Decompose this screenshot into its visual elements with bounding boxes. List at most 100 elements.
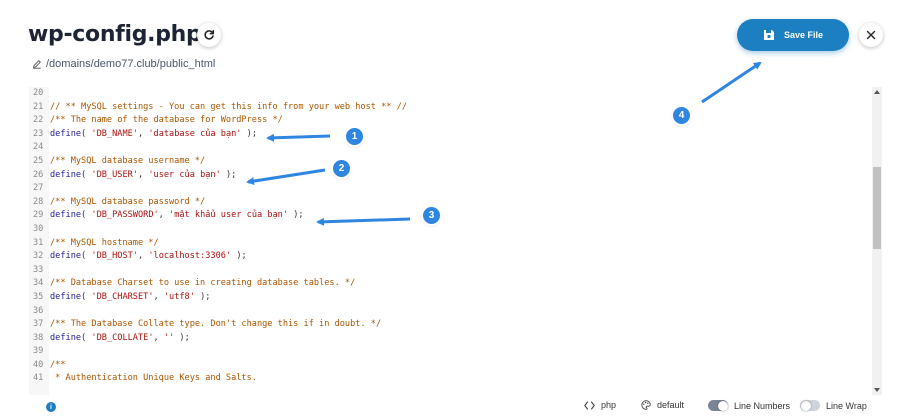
line-wrap-toggle[interactable]: Line Wrap <box>800 400 867 411</box>
code-line[interactable]: 25/** MySQL database username */ <box>29 154 869 169</box>
code-line[interactable]: 20 <box>29 87 869 101</box>
code-line[interactable]: 40/** <box>29 358 869 373</box>
code-line[interactable]: 22/** The name of the database for WordP… <box>29 114 869 128</box>
scroll-thumb[interactable] <box>873 167 881 249</box>
code-token: , <box>153 291 164 302</box>
code-line[interactable]: 39 <box>29 345 869 359</box>
line-number: 40 <box>29 358 49 373</box>
line-wrap-label: Line Wrap <box>826 400 867 411</box>
code-token: define <box>50 210 82 221</box>
code-line[interactable]: 34/** Database Charset to use in creatin… <box>29 277 869 291</box>
code-token: 'DB_CHARSET' <box>91 291 154 302</box>
code-brackets-icon <box>584 400 595 410</box>
code-token: '' <box>163 332 175 343</box>
code-token: ( <box>81 128 92 139</box>
code-line[interactable]: 31/** MySQL hostname */ <box>29 236 869 251</box>
editor-footer: i php default Line Numbers Line Wrap <box>0 396 900 420</box>
language-selector[interactable]: php <box>584 400 616 410</box>
code-token: 'localhost:3306' <box>148 251 232 262</box>
line-number: 41 <box>29 372 49 387</box>
line-code: /** Database Charset to use in creating … <box>49 277 869 291</box>
line-numbers-toggle[interactable]: Line Numbers <box>708 400 790 411</box>
refresh-button[interactable] <box>197 23 221 47</box>
theme-selector[interactable]: default <box>641 400 684 410</box>
code-line[interactable]: 36 <box>29 304 869 319</box>
code-token: 'DB_NAME' <box>91 128 138 139</box>
code-line[interactable]: 27 <box>29 182 869 196</box>
code-line[interactable]: 37/** The Database Collate type. Don't c… <box>29 318 869 332</box>
code-line[interactable]: 24 <box>29 141 869 155</box>
save-file-button[interactable]: Save File <box>737 19 849 51</box>
code-token: 'utf8' <box>163 291 195 302</box>
scroll-down-arrow[interactable] <box>872 385 882 395</box>
save-file-label: Save File <box>783 30 824 40</box>
toggle-knob <box>800 400 811 411</box>
line-code: /** <box>49 359 869 373</box>
code-line[interactable]: 29 define( 'DB_PASSWORD', 'mật khẩu user … <box>29 209 869 223</box>
line-number: 25 <box>29 154 49 169</box>
code-token: /** MySQL hostname */ <box>50 237 159 248</box>
line-code: // ** MySQL settings - You can get this … <box>49 101 869 115</box>
line-number: 30 <box>29 222 49 237</box>
code-token: // ** MySQL settings - You can get this … <box>50 101 407 112</box>
line-code: define( 'DB_COLLATE', '' ); <box>49 332 869 346</box>
file-path-text: /domains/demo77.club/public_html <box>46 58 216 70</box>
code-token: 'DB_PASSWORD' <box>91 210 159 221</box>
close-button[interactable] <box>859 23 883 47</box>
code-line[interactable]: 26 define( 'DB_USER', 'user của bạn' ); <box>29 168 869 183</box>
code-token: 'user của bạn' <box>148 169 221 180</box>
theme-label: default <box>657 400 685 410</box>
code-token: ); <box>231 251 247 262</box>
code-token: 'database của bạn' <box>148 128 242 139</box>
line-number: 37 <box>29 318 49 332</box>
file-path: /domains/demo77.club/public_html <box>32 58 215 70</box>
code-token: /** MySQL database password */ <box>50 196 206 207</box>
line-code: define( 'DB_NAME', 'database của bạn' ); <box>49 128 869 142</box>
code-line[interactable]: 32 define( 'DB_HOST', 'localhost:3306' ); <box>29 250 869 264</box>
close-icon <box>866 30 876 40</box>
code-token: ); <box>174 332 190 343</box>
annotation-badge: 1 <box>346 128 363 145</box>
line-number: 22 <box>29 114 49 128</box>
code-token: * Authentication Unique Keys and Salts. <box>50 373 257 384</box>
code-token: ); <box>288 210 304 221</box>
line-number: 32 <box>29 250 49 264</box>
editor-scrollbar[interactable] <box>872 87 882 395</box>
code-line[interactable]: 35 define( 'DB_CHARSET', 'utf8' ); <box>29 290 869 305</box>
line-code: define( 'DB_PASSWORD', 'mật khẩu user củ… <box>49 209 869 223</box>
line-number: 36 <box>29 304 49 319</box>
code-line[interactable]: 30 <box>29 222 869 237</box>
code-line[interactable]: 28/** MySQL database password */ <box>29 195 869 210</box>
line-wrap-switch[interactable] <box>800 400 820 411</box>
code-line[interactable]: 23 define( 'DB_NAME', 'database của bạn' … <box>29 127 869 142</box>
code-line[interactable]: 21// ** MySQL settings - You can get thi… <box>29 100 869 115</box>
line-numbers-switch[interactable] <box>708 400 728 411</box>
code-line[interactable]: 41 * Authentication Unique Keys and Salt… <box>29 372 869 387</box>
line-number: 28 <box>29 195 49 210</box>
code-line[interactable]: 38 define( 'DB_COLLATE', '' ); <box>29 331 869 346</box>
annotation-badge: 3 <box>423 207 440 224</box>
line-code: define( 'DB_HOST', 'localhost:3306' ); <box>49 250 869 264</box>
info-icon[interactable]: i <box>46 402 56 412</box>
code-line[interactable]: 33 <box>29 263 869 278</box>
code-token: /** <box>50 359 66 370</box>
line-number: 21 <box>29 100 49 115</box>
code-editor[interactable]: 20 21// ** MySQL settings - You can get t… <box>29 87 882 395</box>
line-code: /** MySQL database username */ <box>49 155 869 169</box>
code-token: /** Database Charset to use in creating … <box>50 278 356 289</box>
code-lines[interactable]: 20 21// ** MySQL settings - You can get t… <box>29 87 869 387</box>
code-token: 'DB_USER' <box>91 169 138 180</box>
line-number: 31 <box>29 236 49 251</box>
editor-header: wp-config.php /domains/demo77.club/publi… <box>0 0 900 88</box>
line-number: 35 <box>29 290 49 305</box>
pencil-icon <box>33 60 41 69</box>
scroll-up-arrow[interactable] <box>872 87 882 97</box>
code-token: , <box>137 251 149 262</box>
refresh-icon <box>204 29 215 40</box>
code-token: , <box>137 169 149 180</box>
language-label: php <box>601 400 617 410</box>
line-code: * Authentication Unique Keys and Salts. <box>49 372 869 386</box>
code-token: ); <box>241 128 258 139</box>
annotation-badge: 2 <box>333 160 350 177</box>
